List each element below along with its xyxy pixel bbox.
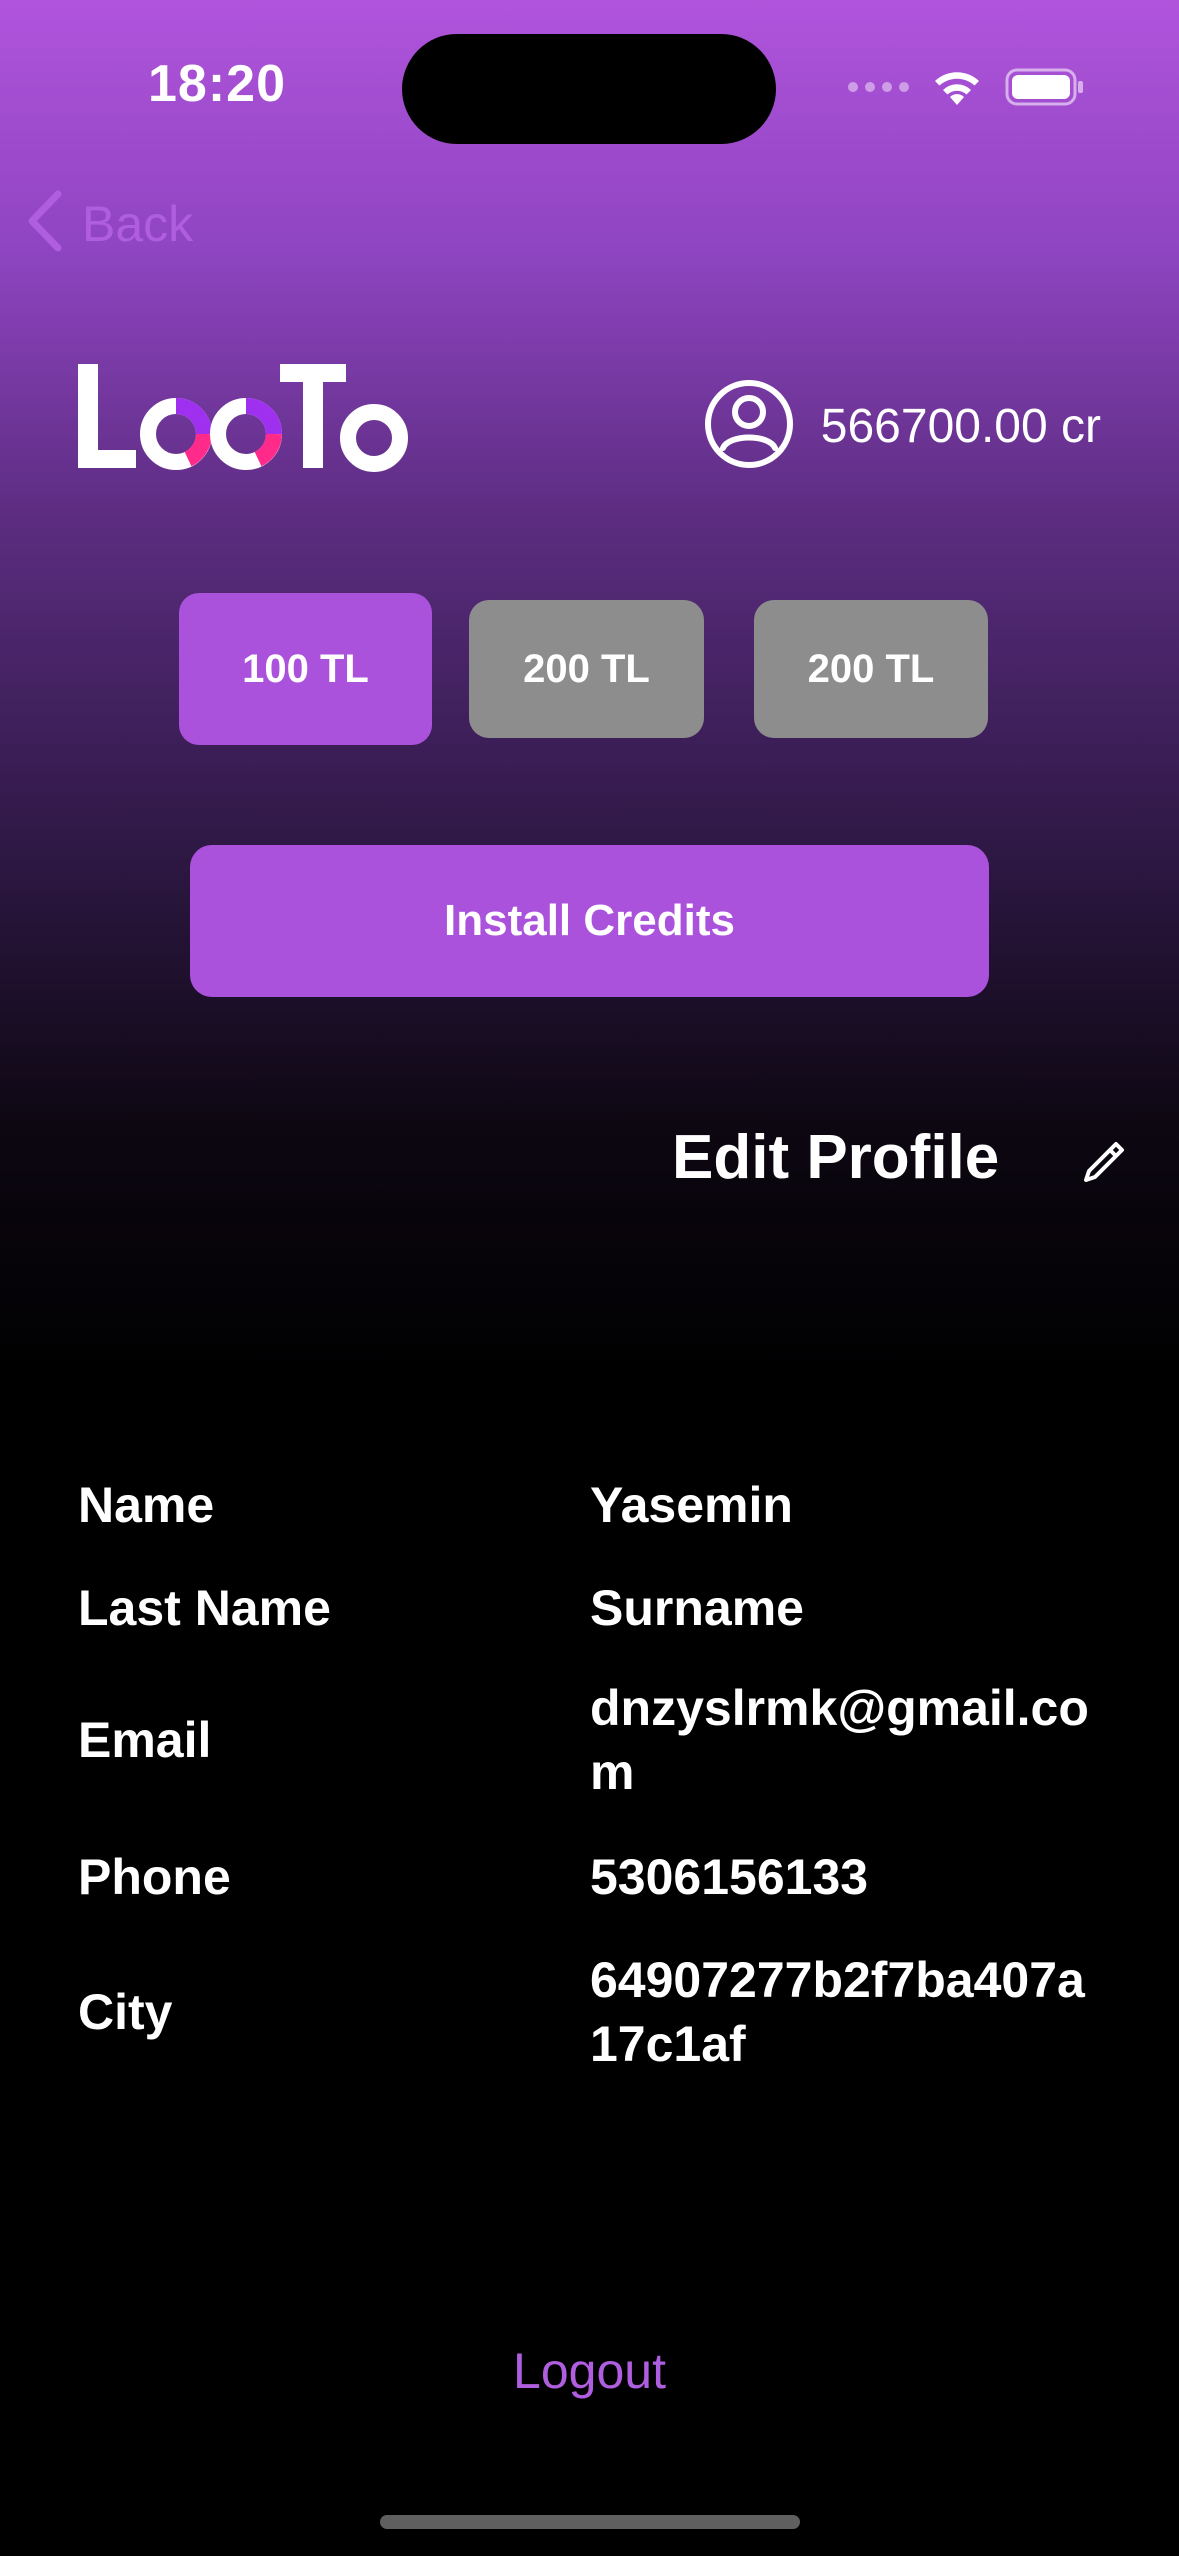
install-credits-button[interactable]: Install Credits — [190, 845, 989, 997]
profile-row-phone: Phone 5306156133 — [78, 1842, 1118, 1912]
field-label: City — [78, 1984, 173, 2040]
field-label: Phone — [78, 1849, 231, 1905]
cellular-signal-icon — [848, 82, 909, 92]
back-button[interactable]: Back — [24, 190, 193, 257]
home-indicator[interactable] — [380, 2515, 800, 2529]
app-screen: 18:20 Back 566700.00 cr 100 TL 200 TL 20… — [0, 0, 1179, 2556]
amount-button-200-second[interactable]: 200 TL — [754, 600, 988, 738]
logout-button[interactable]: Logout — [0, 2342, 1179, 2400]
field-label: Last Name — [78, 1580, 331, 1636]
pencil-icon[interactable] — [1080, 1138, 1128, 1191]
back-label: Back — [82, 195, 194, 252]
account-circle-icon[interactable] — [703, 378, 795, 475]
profile-row-email: Email dnzyslrmk@gmail.com — [78, 1670, 1118, 1810]
looto-logo — [76, 362, 410, 477]
credit-value: 566700.00 cr — [820, 400, 1101, 453]
battery-icon — [1005, 67, 1085, 107]
amount-button-200[interactable]: 200 TL — [469, 600, 704, 738]
field-label: Email — [78, 1712, 212, 1768]
field-value: Yasemin — [590, 1477, 793, 1533]
field-value: 64907277b2f7ba407a17c1af — [590, 1952, 1085, 2072]
field-value: Surname — [590, 1580, 804, 1636]
field-value: 5306156133 — [590, 1849, 869, 1905]
field-label: Name — [78, 1477, 215, 1533]
profile-row-last-name: Last Name Surname — [78, 1573, 1118, 1643]
profile-row-city: City 64907277b2f7ba407a17c1af — [78, 1942, 1118, 2082]
status-time: 18:20 — [148, 55, 286, 113]
chevron-left-icon — [24, 190, 64, 257]
edit-profile-title: Edit Profile — [672, 1123, 1000, 1192]
status-icons — [848, 62, 1085, 112]
credit-balance: 566700.00 cr — [703, 378, 1101, 475]
field-value: dnzyslrmk@gmail.com — [590, 1680, 1089, 1800]
dynamic-island — [402, 34, 776, 144]
wifi-icon — [931, 67, 983, 107]
profile-row-name: Name Yasemin — [78, 1470, 1118, 1540]
amount-button-100[interactable]: 100 TL — [179, 593, 432, 745]
